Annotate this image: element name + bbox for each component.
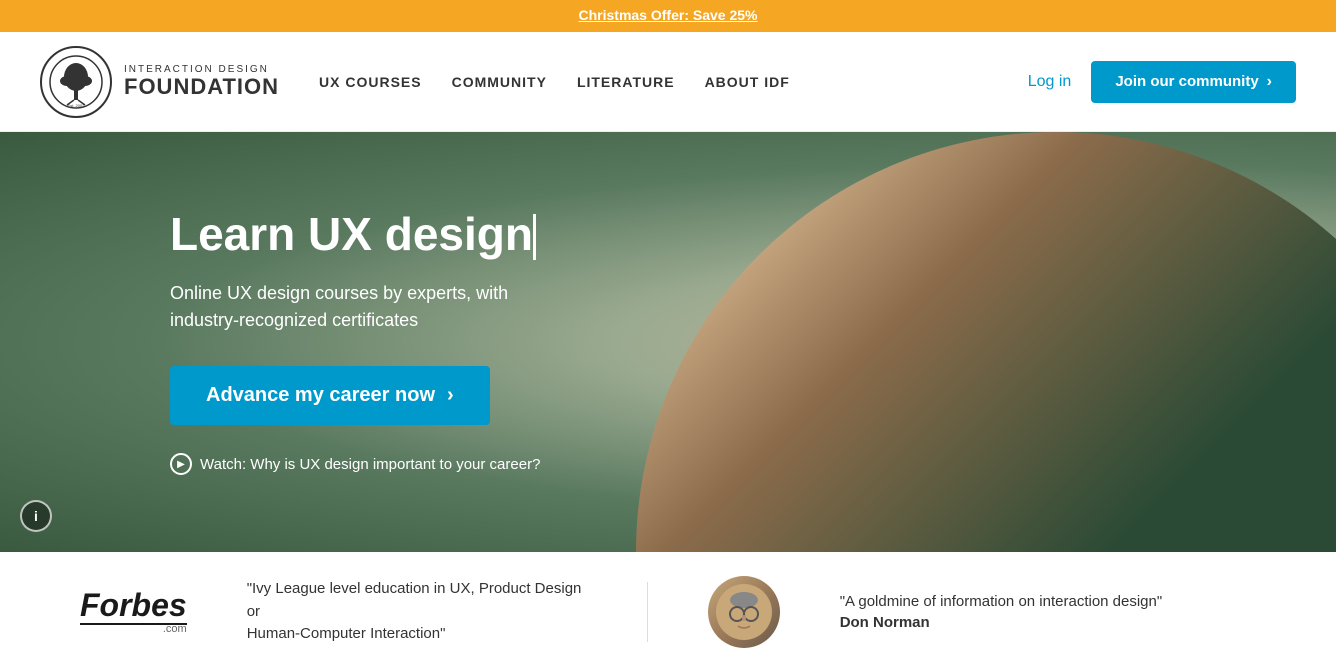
header: Est. 2002 INTERACTION DESIGN FOUNDATION … <box>0 32 1336 132</box>
don-norman-quote: "A goldmine of information on interactio… <box>840 593 1163 610</box>
watch-video-link[interactable]: ▶ Watch: Why is UX design important to y… <box>170 453 540 475</box>
don-norman-avatar <box>708 576 780 648</box>
forbes-logo-wrapper: Forbes .com <box>80 589 187 635</box>
nav-ux-courses[interactable]: UX COURSES <box>319 74 422 90</box>
join-button-label: Join our community <box>1115 73 1258 90</box>
play-icon: ▶ <box>170 453 192 475</box>
chevron-right-icon: › <box>1267 73 1272 91</box>
chevron-right-icon: › <box>447 384 454 407</box>
hero-section: Learn UX design Online UX design courses… <box>0 132 1336 552</box>
nav-community[interactable]: COMMUNITY <box>452 74 547 90</box>
testimonials-section: Forbes .com "Ivy League level education … <box>0 552 1336 672</box>
watch-link-label: Watch: Why is UX design important to you… <box>200 456 540 473</box>
logo-link[interactable]: Est. 2002 INTERACTION DESIGN FOUNDATION <box>40 46 279 118</box>
top-banner: Christmas Offer: Save 25% <box>0 0 1336 32</box>
hero-title: Learn UX design <box>170 209 540 261</box>
forbes-com: .com <box>80 623 187 635</box>
banner-link[interactable]: Christmas Offer: Save 25% <box>579 7 758 23</box>
don-norman-info: "A goldmine of information on interactio… <box>840 593 1163 631</box>
cta-button-label: Advance my career now <box>206 384 435 407</box>
logo-bottom-line: FOUNDATION <box>124 75 279 99</box>
text-cursor <box>533 214 536 260</box>
svg-text:Est. 2002: Est. 2002 <box>68 103 86 108</box>
info-button[interactable]: i <box>20 500 52 532</box>
hero-content: Learn UX design Online UX design courses… <box>0 209 540 476</box>
don-norman-name: Don Norman <box>840 614 1163 631</box>
nav-literature[interactable]: LITERATURE <box>577 74 675 90</box>
header-actions: Log in Join our community › <box>1028 61 1296 103</box>
nav-about-idf[interactable]: ABOUT IDF <box>705 74 790 90</box>
login-link[interactable]: Log in <box>1028 73 1072 91</box>
hero-subtitle: Online UX design courses by experts, wit… <box>170 280 540 334</box>
info-icon: i <box>34 508 38 524</box>
divider <box>647 582 648 642</box>
forbes-quote: "Ivy League level education in UX, Produ… <box>247 578 587 646</box>
logo-icon: Est. 2002 <box>40 46 112 118</box>
main-nav: UX COURSES COMMUNITY LITERATURE ABOUT ID… <box>319 74 1028 90</box>
forbes-logo: Forbes <box>80 589 187 625</box>
cta-button[interactable]: Advance my career now › <box>170 366 490 425</box>
join-button[interactable]: Join our community › <box>1091 61 1296 103</box>
logo-text: INTERACTION DESIGN FOUNDATION <box>124 64 279 99</box>
